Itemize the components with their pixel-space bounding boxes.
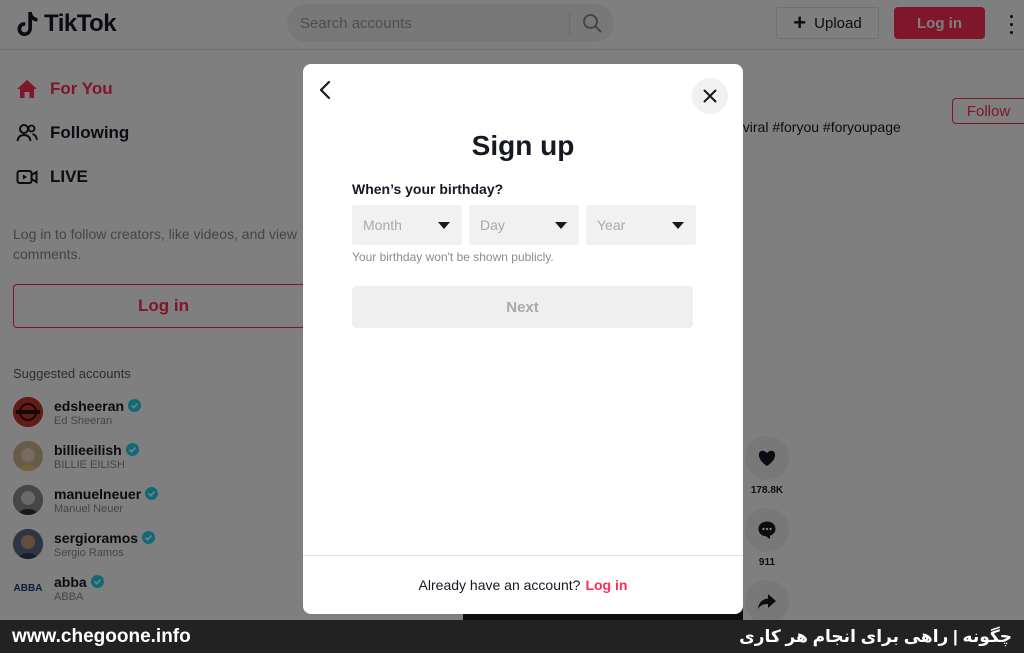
- caret-down-icon: [672, 221, 684, 229]
- watermark-banner: www.chegoone.info چگونه | راهی برای انجا…: [0, 620, 1024, 653]
- page: TikTok + Upload Log in For You: [0, 0, 1024, 653]
- year-select-value: Year: [597, 217, 626, 233]
- close-icon: [703, 89, 717, 103]
- modal-title: Sign up: [471, 130, 575, 161]
- footer-login-link[interactable]: Log in: [585, 577, 627, 593]
- day-select[interactable]: Day: [469, 205, 579, 245]
- month-select-value: Month: [363, 217, 402, 233]
- modal-footer: Already have an account? Log in: [303, 555, 743, 614]
- signup-modal: Sign up When’s your birthday? Month Day …: [303, 64, 743, 614]
- next-button[interactable]: Next: [352, 286, 693, 328]
- year-select[interactable]: Year: [586, 205, 696, 245]
- birthday-privacy-hint: Your birthday won't be shown publicly.: [352, 250, 554, 264]
- footer-text: Already have an account?: [418, 577, 581, 593]
- back-button[interactable]: [313, 78, 337, 102]
- birthday-label: When’s your birthday?: [352, 181, 504, 197]
- close-button[interactable]: [692, 78, 728, 114]
- chevron-left-icon: [319, 80, 331, 100]
- month-select[interactable]: Month: [352, 205, 462, 245]
- watermark-tagline: چگونه | راهی برای انجام هر کاری: [739, 626, 1012, 646]
- caret-down-icon: [555, 221, 567, 229]
- day-select-value: Day: [480, 217, 505, 233]
- caret-down-icon: [438, 221, 450, 229]
- watermark-url: www.chegoone.info: [12, 625, 191, 647]
